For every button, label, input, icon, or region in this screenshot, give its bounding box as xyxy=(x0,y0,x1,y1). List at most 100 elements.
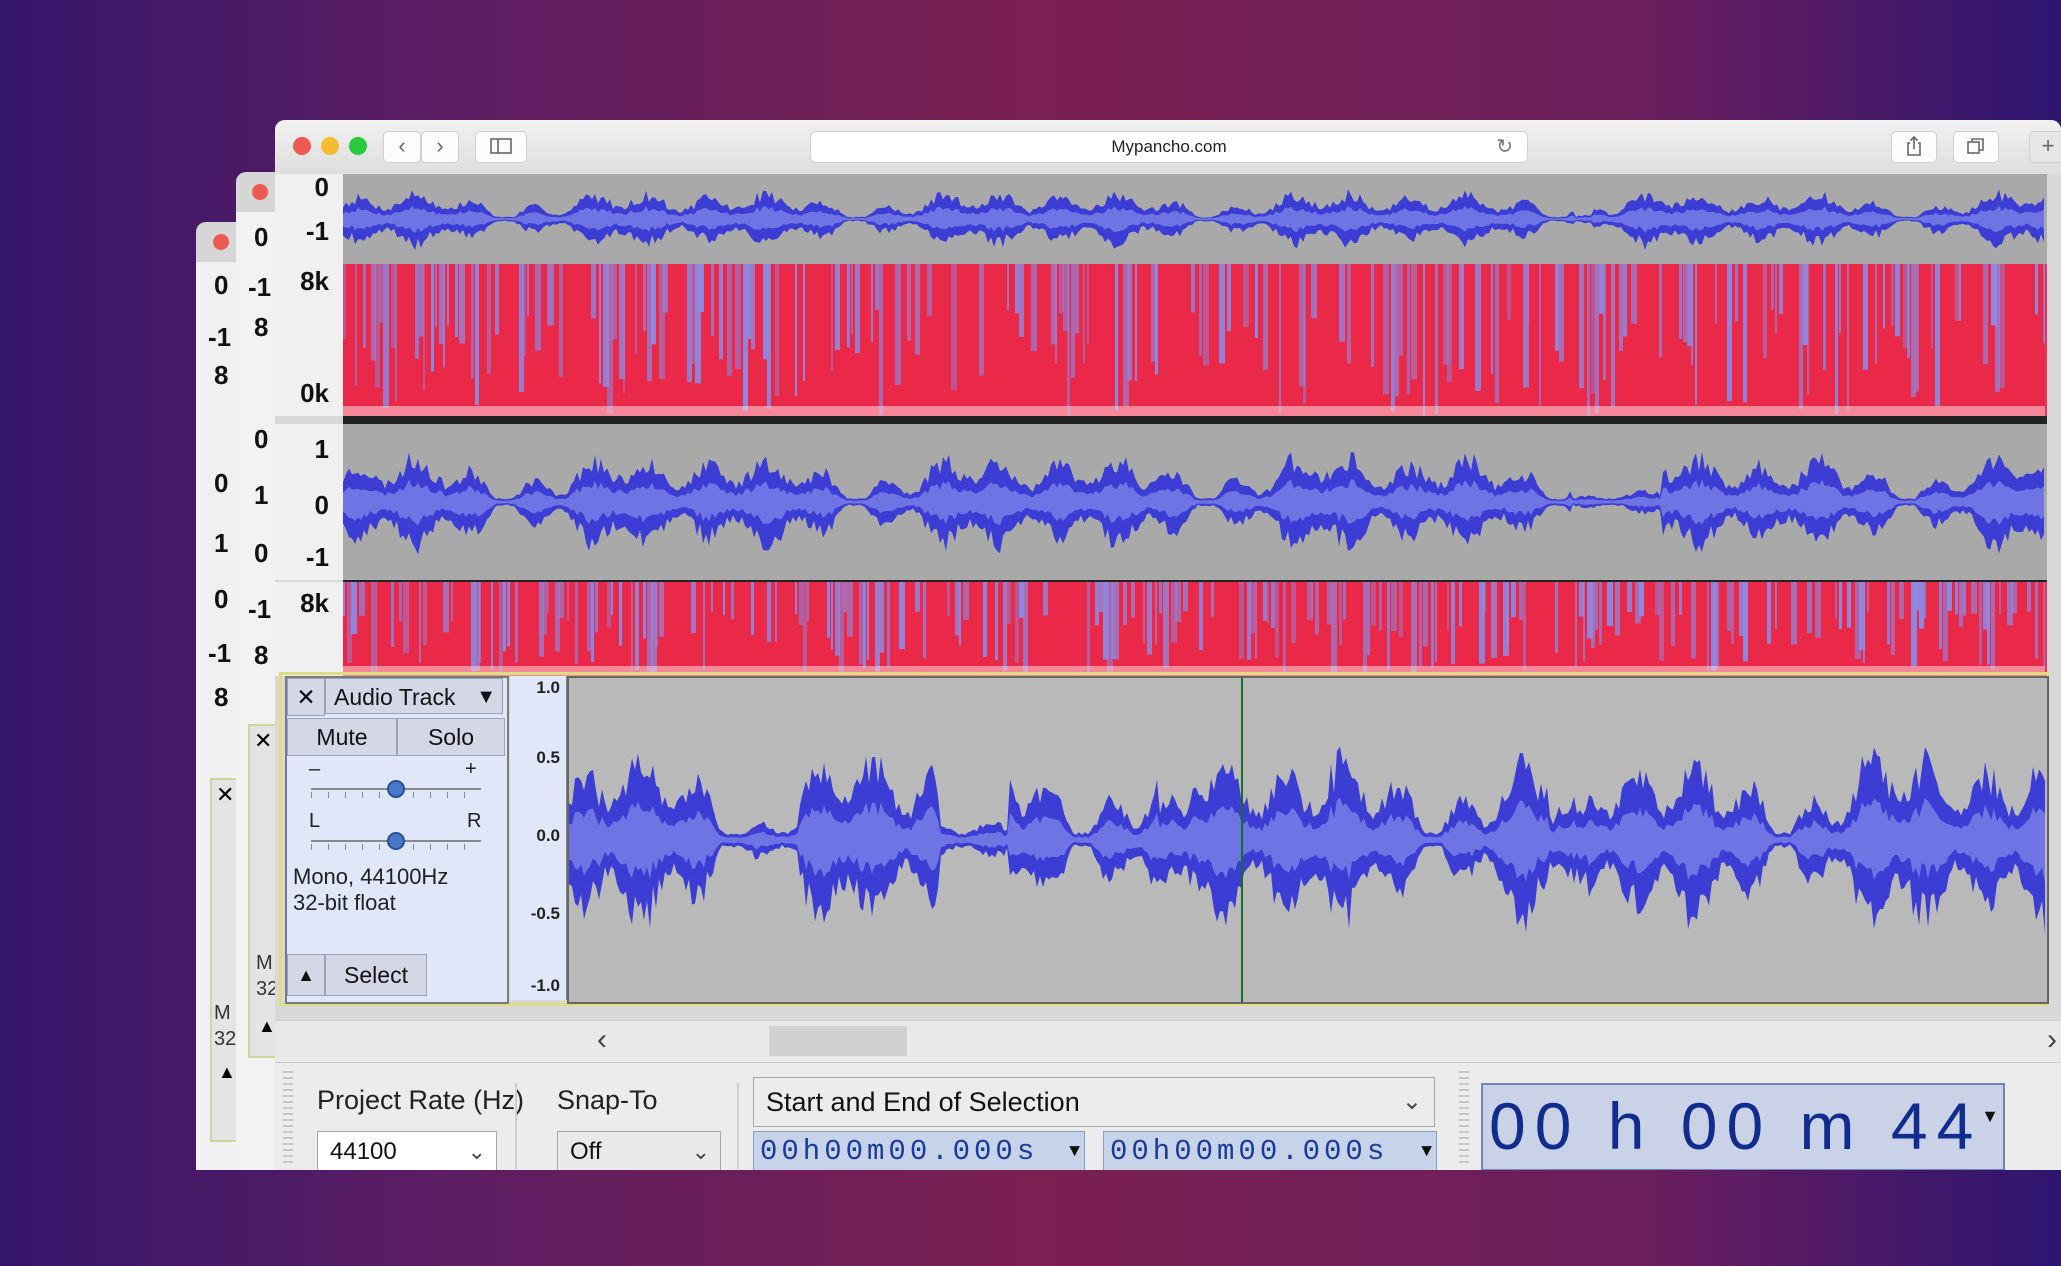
snap-to-select[interactable]: Off ⌄ xyxy=(557,1131,721,1170)
pan-slider-knob[interactable] xyxy=(387,832,405,850)
spectrogram-band xyxy=(1555,582,1558,653)
collapse-track-button[interactable]: ▲ xyxy=(287,954,325,996)
top-waveform-track[interactable] xyxy=(343,174,2047,264)
select-track-button[interactable]: Select xyxy=(325,954,427,996)
spectrogram-band xyxy=(455,264,458,337)
share-button[interactable] xyxy=(1891,131,1937,163)
spectrogram-track-1[interactable] xyxy=(343,264,2047,416)
spectrogram-band xyxy=(1303,264,1306,404)
mute-button[interactable]: Mute xyxy=(287,718,397,756)
horizontal-scrollbar[interactable]: ‹ › xyxy=(275,1020,2061,1063)
spectrogram-band xyxy=(1339,264,1345,342)
spectrogram-band xyxy=(831,264,833,372)
selection-end-time[interactable]: 00h00m00.000s ▼ xyxy=(1103,1131,1437,1170)
spectrogram-band xyxy=(1423,264,1425,416)
spectrogram-band xyxy=(803,582,807,673)
selection-mode-select[interactable]: Start and End of Selection ⌄ xyxy=(753,1077,1435,1127)
scrollbar-thumb[interactable] xyxy=(769,1026,907,1056)
spectrogram-band xyxy=(447,264,449,326)
spectrogram-band xyxy=(1799,264,1803,410)
spectrogram-band xyxy=(1579,264,1584,389)
spectrogram-band xyxy=(1947,582,1952,611)
close-window-button[interactable] xyxy=(293,137,311,155)
close-track-button[interactable]: ✕ xyxy=(287,678,325,716)
spectrogram-band xyxy=(871,264,873,343)
spectrogram-band xyxy=(1771,264,1774,310)
scroll-right-icon[interactable]: › xyxy=(2047,1023,2057,1057)
spectrogram-band xyxy=(1203,264,1209,366)
spectrogram-band xyxy=(1779,264,1783,315)
address-bar[interactable]: Mypancho.com ↻ xyxy=(810,131,1528,163)
spectrogram-band xyxy=(1239,582,1244,659)
spectrogram-band xyxy=(1839,582,1842,630)
sidebar-button[interactable] xyxy=(475,131,527,163)
chevron-down-icon: ⌄ xyxy=(467,1139,486,1164)
spectrogram-band xyxy=(591,264,596,319)
spectrogram-band xyxy=(1083,264,1085,364)
gain-slider-knob[interactable] xyxy=(387,780,405,798)
track-name-menu[interactable]: Audio Track ▼ xyxy=(325,678,503,714)
spectrogram-band xyxy=(1899,582,1904,619)
collapse-arrow-icon[interactable]: ▲ xyxy=(218,1062,236,1083)
project-rate-select[interactable]: 44100 ⌄ xyxy=(317,1131,497,1170)
new-tab-button[interactable]: + xyxy=(2029,131,2061,163)
close-dot[interactable] xyxy=(252,184,268,200)
spectrogram-band xyxy=(2043,264,2045,344)
spectrogram-band xyxy=(419,582,421,664)
spectrogram-band xyxy=(1111,582,1115,660)
reload-icon[interactable]: ↻ xyxy=(1496,132,1513,162)
spectrogram-band xyxy=(391,582,394,647)
spectrogram-band xyxy=(1923,582,1926,619)
spectrogram-band xyxy=(415,264,419,359)
spectrogram-background xyxy=(343,582,2045,676)
spectrogram-band xyxy=(1371,264,1374,368)
spectrogram-band xyxy=(1331,582,1337,672)
tabs-overview-button[interactable] xyxy=(1953,131,1999,163)
audio-position-display[interactable]: 00 h 00 m 44 s ▼ xyxy=(1481,1083,2005,1170)
browser-toolbar: ‹ › Mypancho.com ↻ + xyxy=(275,120,2061,175)
back-button[interactable]: ‹ xyxy=(383,131,421,163)
pan-slider[interactable] xyxy=(311,830,481,854)
forward-button[interactable]: › xyxy=(421,131,459,163)
close-track-icon[interactable]: ✕ xyxy=(254,728,272,754)
spectrogram-band xyxy=(723,582,725,616)
zoom-window-button[interactable] xyxy=(349,137,367,155)
spectrogram-track-2[interactable] xyxy=(343,582,2047,676)
share-icon xyxy=(1907,135,1921,156)
spectrogram-band xyxy=(479,582,481,663)
spectrogram-band xyxy=(655,582,658,648)
spectrogram-band xyxy=(767,264,771,409)
spectrogram-band xyxy=(955,582,959,636)
spectrogram-band xyxy=(435,264,437,328)
audio-track-waveform[interactable] xyxy=(567,676,2049,1004)
spectrogram-band xyxy=(1715,264,1717,324)
plus-icon: + xyxy=(2041,133,2055,158)
spectrogram-band xyxy=(619,582,622,646)
spectrogram-band xyxy=(1863,264,1868,370)
spectrogram-band xyxy=(947,582,950,616)
spectrogram-band xyxy=(879,582,884,653)
collapse-arrow-icon[interactable]: ▲ xyxy=(258,1016,276,1037)
spectrogram-band xyxy=(1931,264,1933,349)
playhead-cursor[interactable] xyxy=(1241,678,1243,1002)
close-dot[interactable] xyxy=(213,234,229,250)
spectrogram-band xyxy=(1915,582,1919,611)
wave2-ruler: 1 0 -1 xyxy=(275,424,343,580)
spectrogram-band xyxy=(1763,264,1767,358)
spectrogram-band xyxy=(775,264,779,396)
scroll-left-icon[interactable]: ‹ xyxy=(597,1023,607,1057)
gain-slider[interactable] xyxy=(311,778,481,802)
spectrogram-band xyxy=(1999,264,2005,389)
selection-start-time[interactable]: 00h00m00.000s ▼ xyxy=(753,1131,1085,1170)
spectrogram-band xyxy=(751,582,754,635)
spectrogram-band xyxy=(659,582,664,637)
minimize-window-button[interactable] xyxy=(321,137,339,155)
waveform-track-2[interactable] xyxy=(343,424,2047,580)
dropdown-arrow-icon: ▼ xyxy=(1421,1142,1432,1162)
solo-button[interactable]: Solo xyxy=(397,718,505,756)
spectrogram-band xyxy=(1311,582,1313,618)
spectrogram-band xyxy=(1963,582,1966,616)
spectrogram-band xyxy=(1419,582,1422,667)
sidebar-icon xyxy=(490,138,512,154)
audio-track-control-panel[interactable]: ✕ Audio Track ▼ Mute Solo – + L R Mono, … xyxy=(285,676,509,1004)
